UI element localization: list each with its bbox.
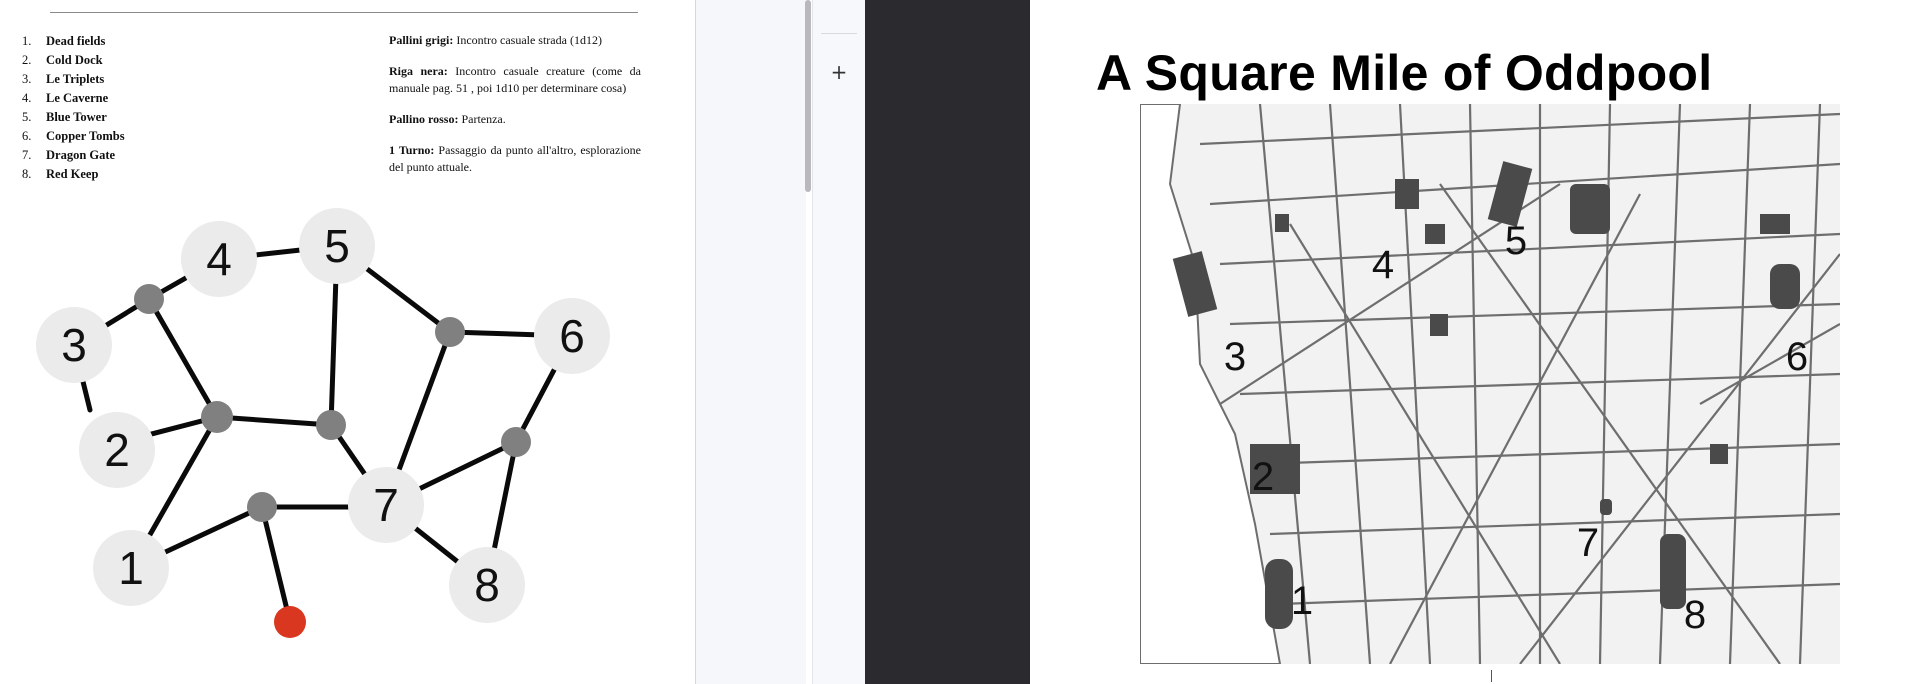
plus-icon: + — [830, 60, 848, 84]
svg-text:4: 4 — [206, 233, 232, 285]
svg-text:7: 7 — [373, 479, 399, 531]
route-graph: 1 2 3 4 5 6 7 8 — [36, 208, 610, 638]
map-label: 1 — [1291, 579, 1313, 623]
graph-edge — [259, 504, 293, 625]
list-item: 3. Le Triplets — [22, 72, 105, 86]
location-list: 1. Dead fields 2. Cold Dock 3. Le Triplets … — [22, 32, 125, 184]
graph-edge — [146, 296, 220, 420]
viewer-gutter — [696, 0, 806, 684]
note-gray-dots: Pallini grigi: Incontro casuale strada (… — [389, 33, 602, 47]
graph-node: 2 — [79, 412, 155, 488]
note-turn: 1 Turno: Passaggio da punto all'altro, e… — [389, 143, 641, 174]
list-item: 5. Blue Tower — [22, 110, 107, 124]
junction-dot — [247, 492, 277, 522]
text-cursor — [1491, 670, 1492, 682]
list-item: 2. Cold Dock — [22, 53, 103, 67]
map-label: 3 — [1224, 335, 1246, 379]
list-item: 4. Le Caverne — [22, 91, 109, 105]
svg-text:6: 6 — [559, 310, 585, 362]
dark-divider-pane — [865, 0, 1030, 684]
svg-text:1: 1 — [118, 542, 144, 594]
tool-divider — [821, 33, 857, 34]
map-label: 6 — [1786, 335, 1808, 379]
add-button[interactable]: + — [825, 58, 853, 86]
graph-node: 6 — [534, 298, 610, 374]
map-label: 2 — [1252, 455, 1274, 499]
note-black-line: Riga nera: Incontro casuale creature (co… — [389, 64, 642, 95]
map-label: 4 — [1372, 243, 1394, 287]
document-scrollbar[interactable] — [805, 0, 811, 192]
document-page: 1. Dead fields 2. Cold Dock 3. Le Triplets … — [0, 0, 696, 684]
list-item: 7. Dragon Gate — [22, 148, 116, 162]
svg-text:5: 5 — [324, 220, 350, 272]
graph-node: 3 — [36, 307, 112, 383]
graph-node: 1 — [93, 530, 169, 606]
svg-text:2: 2 — [104, 424, 130, 476]
svg-text:3: 3 — [61, 319, 87, 371]
graph-node: 4 — [181, 221, 257, 297]
graph-node: 5 — [299, 208, 375, 284]
junction-dot — [435, 317, 465, 347]
list-item: 6. Copper Tombs — [22, 129, 125, 143]
junction-dot — [316, 410, 346, 440]
map-panel: A Square Mile of Oddpool 1 2 3 4 5 6 7 8 — [1030, 0, 1920, 684]
map-title: A Square Mile of Oddpool — [1096, 45, 1713, 101]
junction-dot — [501, 427, 531, 457]
map-label: 8 — [1684, 593, 1706, 637]
legend-notes: Pallini grigi: Incontro casuale strada (… — [389, 32, 641, 190]
tool-strip: + — [812, 0, 865, 684]
graph-node: 8 — [449, 547, 525, 623]
junction-dot — [134, 284, 164, 314]
list-item: 1. Dead fields — [22, 34, 106, 48]
header-rule — [50, 12, 638, 13]
svg-text:8: 8 — [474, 559, 500, 611]
junction-dot — [201, 401, 233, 433]
graph-edge — [214, 414, 334, 428]
map-label: 5 — [1505, 219, 1527, 263]
note-red-dot: Pallino rosso: Partenza. — [389, 112, 506, 126]
graph-node: 7 — [348, 467, 424, 543]
list-item: 8. Red Keep — [22, 167, 99, 181]
start-dot — [274, 606, 306, 638]
map-label: 7 — [1577, 521, 1599, 565]
city-map: 1 2 3 4 5 6 7 8 — [1140, 104, 1840, 664]
